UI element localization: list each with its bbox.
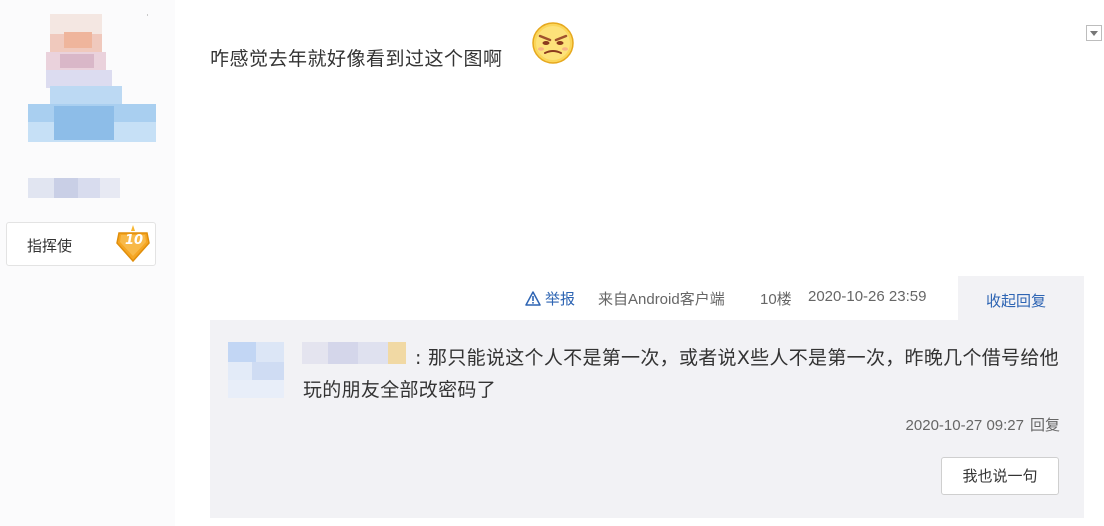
level-number: 10 [124, 233, 144, 248]
reply-avatar[interactable] [228, 342, 284, 398]
floor-number: 10楼 [760, 291, 792, 308]
post-source: 来自Android客户端 [598, 291, 725, 308]
post-time: 2020-10-26 23:59 [808, 288, 927, 305]
badge-title: 指挥使 [27, 237, 73, 255]
user-badge[interactable]: 指挥使 10 [6, 222, 156, 266]
menu-dot-icon: ˙ [145, 14, 150, 25]
collapse-tab: 收起回复 [958, 276, 1084, 320]
username[interactable] [28, 178, 120, 198]
report-link[interactable]: 举报 [525, 288, 575, 309]
reply-content: : 那只能说这个人不是第一次，或者说X些人不是第一次，昨晚几个借号给他玩的朋友全… [303, 347, 1059, 401]
say-something-button[interactable]: 我也说一句 [941, 457, 1059, 495]
level-badge-icon: 10 [115, 225, 151, 263]
collapse-replies-link[interactable]: 收起回复 [986, 290, 1046, 311]
post-menu-dropdown-button[interactable] [1086, 25, 1102, 41]
author-sidebar: ˙ 指挥使 10 [0, 0, 175, 526]
avatar[interactable] [28, 14, 156, 144]
reply-link[interactable]: 回复 [1030, 417, 1060, 434]
grumpy-face-emoji-icon [531, 21, 575, 65]
reply-meta: 2020-10-27 09:27 回复 [906, 414, 1060, 435]
report-label: 举报 [545, 291, 576, 308]
reply-section: : 那只能说这个人不是第一次，或者说X些人不是第一次，昨晚几个借号给他玩的朋友全… [210, 320, 1084, 518]
reply-time: 2020-10-27 09:27 [905, 417, 1024, 434]
post-content: 咋感觉去年就好像看到过这个图啊 [210, 48, 503, 70]
warning-icon [525, 291, 541, 306]
